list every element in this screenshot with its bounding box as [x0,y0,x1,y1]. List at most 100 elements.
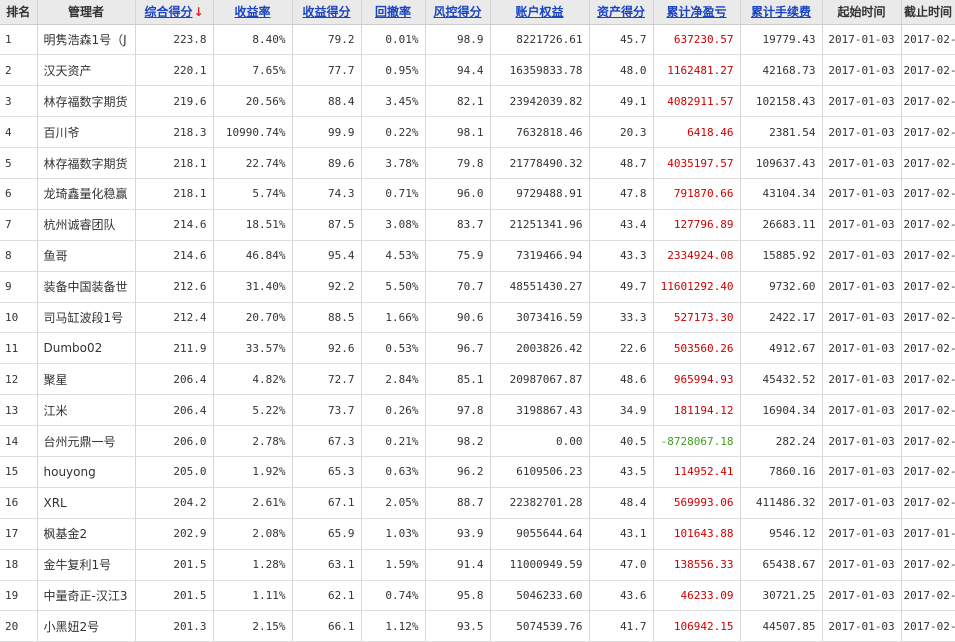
cell-manager[interactable]: 龙琦鑫量化稳赢 [37,178,136,210]
cell-manager[interactable]: Dumbo02 [37,332,136,365]
cell-net-pl: 4082911.57 [653,85,741,118]
cell-return-rate: 2.15% [213,610,293,642]
cell-return-rate: 1.28% [213,549,293,581]
cell-manager[interactable]: 百川爷 [37,116,136,149]
column-label-score[interactable]: 综合得分 [144,5,192,19]
cell-score: 211.9 [135,332,214,365]
cell-net-pl: 503560.26 [653,332,741,365]
table-row[interactable]: 13 江米 206.4 5.22% 73.7 0.26% 97.8 3198867.43 34.… [0,394,955,427]
table-row[interactable]: 8 鱼哥 214.6 46.84% 95.4 4.53% 75.9 7319466.94 43.… [0,240,955,272]
table-row[interactable]: 2 汉天资产 220.1 7.65% 77.7 0.95% 94.4 16359833.78 4… [0,54,955,87]
table-row[interactable]: 20 小黑妞2号 201.3 2.15% 66.1 1.12% 93.5 5074539.76… [0,610,955,642]
column-header-drawdown[interactable]: 回撤率 [361,0,426,25]
cell-end: 2017-02-16 [901,240,955,272]
cell-drawdown: 0.74% [361,580,426,612]
cell-end: 2017-02-16 [901,147,955,179]
cell-risk-score: 90.6 [425,302,491,334]
table-row[interactable]: 14 台州元鼎一号 206.0 2.78% 67.3 0.21% 98.2 0.00 40.5-… [0,425,955,457]
column-label-net-pl[interactable]: 累计净盈亏 [666,5,726,19]
cell-manager[interactable]: 枫基金2 [37,518,136,550]
cell-manager[interactable]: 台州元鼎一号 [37,425,136,457]
column-label-return-rate[interactable]: 收益率 [234,5,270,19]
cell-equity: 48551430.27 [490,271,590,303]
table-row[interactable]: 1 明隽浩森1号（J 223.8 8.40% 79.2 0.01% 98.9 8221726.… [0,24,955,56]
cell-return-rate: 10990.74% [213,116,293,149]
cell-asset-score: 43.6 [589,580,654,612]
cell-manager[interactable]: 司马缸波段1号 [37,302,136,334]
cell-manager[interactable]: 装备中国装备世 [37,271,136,303]
table-row[interactable]: 11 Dumbo02 211.9 33.57% 92.6 0.53% 96.7 2003826… [0,332,955,365]
column-header-asset-score[interactable]: 资产得分 [589,0,654,25]
cell-start: 2017-01-03 [822,394,902,427]
cell-score: 204.2 [135,487,214,519]
table-row[interactable]: 4 百川爷 218.3 10990.74% 99.9 0.22% 98.1 7632818.4… [0,116,955,149]
cell-return-rate: 1.11% [213,580,293,612]
cell-manager[interactable]: 鱼哥 [37,240,136,272]
table-row[interactable]: 7 杭州诚睿团队 214.6 18.51% 87.5 3.08% 83.7 21251341.… [0,209,955,241]
cell-start: 2017-01-03 [822,610,902,642]
table-row[interactable]: 10 司马缸波段1号 212.4 20.70% 88.5 1.66% 90.6 3073416… [0,302,955,334]
cell-risk-score: 96.7 [425,332,491,365]
column-header-net-pl[interactable]: 累计净盈亏 [653,0,741,25]
cell-manager[interactable]: 林存福数字期货 [37,85,136,118]
cell-fees: 19779.43 [740,24,823,56]
column-header-fees[interactable]: 累计手续费 [740,0,823,25]
table-row[interactable]: 3 林存福数字期货 219.6 20.56% 88.4 3.45% 82.1 23942039… [0,85,955,118]
cell-manager[interactable]: 林存福数字期货 [37,147,136,179]
cell-fees: 44507.85 [740,610,823,642]
cell-manager[interactable]: 金牛复利1号 [37,549,136,581]
cell-manager[interactable]: 中量奇正-汉江3 [37,580,136,612]
column-header-return-rate[interactable]: 收益率 [213,0,293,25]
cell-manager[interactable]: 明隽浩森1号（J [37,24,136,56]
column-header-return-score[interactable]: 收益得分 [292,0,362,25]
column-header-score[interactable]: 综合得分↓ [135,0,214,25]
cell-manager[interactable]: 江米 [37,394,136,427]
column-label-return-score[interactable]: 收益得分 [302,5,350,19]
cell-drawdown: 1.12% [361,610,426,642]
cell-score: 218.1 [135,178,214,210]
column-label-risk-score[interactable]: 风控得分 [433,5,481,19]
cell-score: 214.6 [135,240,214,272]
cell-return-rate: 20.70% [213,302,293,334]
table-row[interactable]: 6 龙琦鑫量化稳赢 218.1 5.74% 74.3 0.71% 96.0 9729488.9… [0,178,955,210]
table-row[interactable]: 9 装备中国装备世 212.6 31.40% 92.2 5.50% 70.7 48551430… [0,271,955,303]
column-header-equity[interactable]: 账户权益 [490,0,590,25]
sort-desc-arrow-icon[interactable]: ↓ [193,5,203,19]
cell-fees: 16904.34 [740,394,823,427]
column-label-drawdown[interactable]: 回撤率 [375,5,411,19]
column-header-risk-score[interactable]: 风控得分 [425,0,491,25]
cell-manager[interactable]: XRL [37,487,136,519]
cell-return-score: 77.7 [292,54,362,87]
cell-manager[interactable]: houyong [37,456,136,488]
cell-start: 2017-01-03 [822,549,902,581]
table-row[interactable]: 19 中量奇正-汉江3 201.5 1.11% 62.1 0.74% 95.8 5046233… [0,580,955,612]
table-header: 排名 管理者 综合得分↓ 收益率 收益得分 回撤率 风控得分 账户权益 资产得分 累计净盈亏 累计手… [0,0,955,25]
column-label-equity[interactable]: 账户权益 [515,5,563,19]
cell-fees: 43104.34 [740,178,823,210]
cell-rank: 5 [0,147,38,179]
table-row[interactable]: 16 XRL 204.2 2.61% 67.1 2.05% 88.7 22382701.28 4… [0,487,955,519]
table-row[interactable]: 12 聚星 206.4 4.82% 72.7 2.84% 85.1 20987067.87 48… [0,363,955,396]
cell-risk-score: 98.1 [425,116,491,149]
cell-start: 2017-01-03 [822,332,902,365]
table-row[interactable]: 5 林存福数字期货 218.1 22.74% 89.6 3.78% 79.8 21778490… [0,147,955,179]
column-label-fees[interactable]: 累计手续费 [751,5,811,19]
cell-end: 2017-02-15 [901,610,955,642]
cell-risk-score: 91.4 [425,549,491,581]
cell-rank: 15 [0,456,38,488]
cell-rank: 19 [0,580,38,612]
cell-manager[interactable]: 杭州诚睿团队 [37,209,136,241]
column-label-asset-score[interactable]: 资产得分 [597,5,645,19]
cell-manager[interactable]: 聚星 [37,363,136,396]
cell-return-score: 73.7 [292,394,362,427]
table-row[interactable]: 17 枫基金2 202.9 2.08% 65.9 1.03% 93.9 9055644.64 4… [0,518,955,550]
cell-return-score: 65.9 [292,518,362,550]
cell-equity: 22382701.28 [490,487,590,519]
cell-end: 2017-02-16 [901,24,955,56]
table-row[interactable]: 15 houyong 205.0 1.92% 65.3 0.63% 96.2 6109506.… [0,456,955,488]
cell-manager[interactable]: 汉天资产 [37,54,136,87]
cell-rank: 18 [0,549,38,581]
cell-manager[interactable]: 小黑妞2号 [37,610,136,642]
cell-fees: 2381.54 [740,116,823,149]
table-row[interactable]: 18 金牛复利1号 201.5 1.28% 63.1 1.59% 91.4 11000949.… [0,549,955,581]
